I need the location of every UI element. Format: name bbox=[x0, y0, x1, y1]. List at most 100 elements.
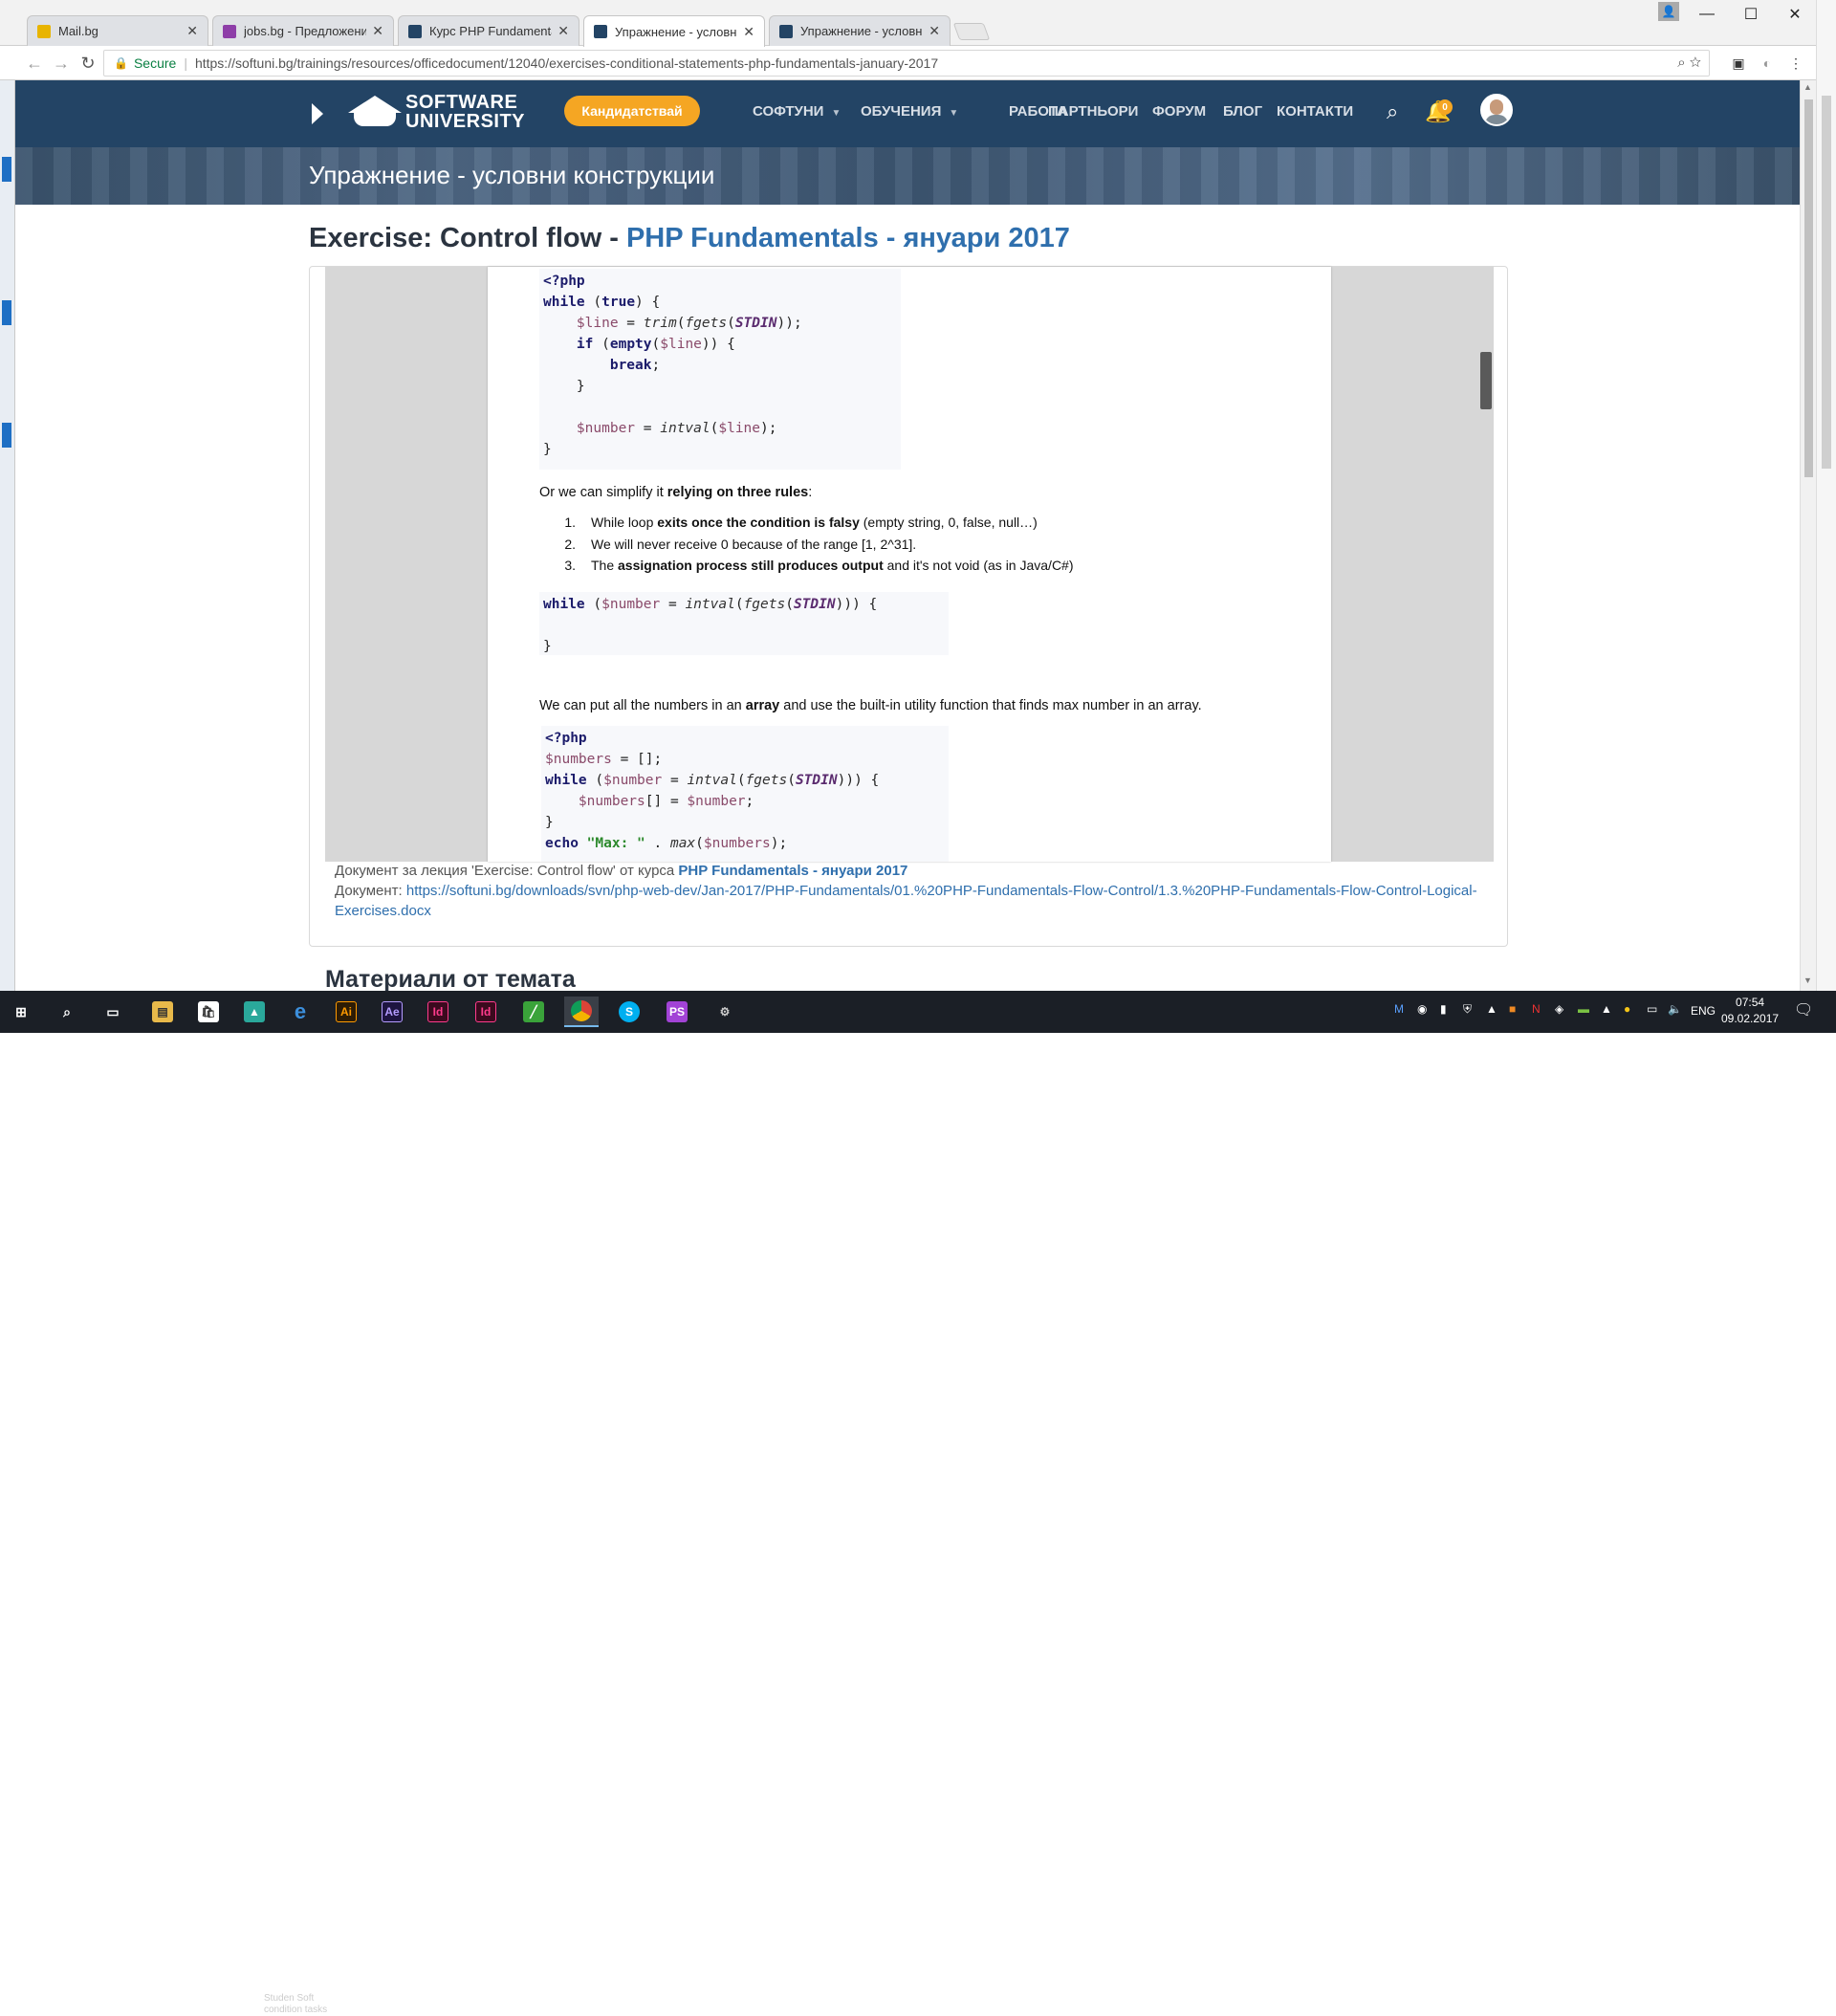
tab-exercise-active[interactable]: Упражнение - условни ✕ bbox=[583, 15, 765, 47]
shield-icon[interactable]: ⛨ bbox=[1463, 1002, 1472, 1017]
illustrator-icon[interactable]: Ai bbox=[329, 997, 363, 1027]
tray-icon[interactable]: ▮ bbox=[1440, 1002, 1447, 1016]
logo-line-1: SOFTWARE bbox=[405, 92, 518, 113]
code-block-array-max: <?php $numbers = []; while ($number = in… bbox=[541, 726, 949, 862]
jobs-favicon-icon bbox=[223, 24, 236, 38]
app-icon[interactable]: ⚙ bbox=[708, 997, 742, 1027]
graduation-cap-icon bbox=[344, 92, 405, 132]
list-item: 3. The assignation process still produces… bbox=[564, 558, 1074, 573]
scroll-up-icon[interactable]: ▲ bbox=[1803, 82, 1812, 92]
paragraph-array: We can put all the numbers in an array a… bbox=[539, 698, 1202, 713]
close-tab-icon[interactable]: ✕ bbox=[186, 23, 198, 39]
maximize-icon[interactable]: ☐ bbox=[1729, 0, 1773, 29]
new-tab-button[interactable] bbox=[952, 23, 991, 40]
profile-icon[interactable]: 👤 bbox=[1658, 2, 1679, 21]
close-tab-icon[interactable]: ✕ bbox=[929, 23, 940, 39]
tray-icon[interactable]: ▲ bbox=[1601, 1002, 1612, 1016]
zoom-bookmark-icons[interactable]: ⌕ ☆ bbox=[1677, 55, 1701, 71]
separator: | bbox=[184, 55, 187, 71]
windows-taskbar: ⊞ ⌕ ▭ ▤ 🛍 ▲ e Ai Ae Id Id ╱ S PS ⚙ Stude… bbox=[0, 991, 1836, 2015]
secure-label: Secure bbox=[133, 55, 177, 71]
tray-icon[interactable]: ▬ bbox=[1578, 1002, 1589, 1016]
softuni-favicon-icon bbox=[779, 24, 793, 38]
course-link[interactable]: PHP Fundamentals - януари 2017 bbox=[626, 223, 1070, 253]
lock-icon: 🔒 bbox=[114, 56, 128, 70]
code-block-while-true: <?php while (true) { $line = trim(fgets(… bbox=[539, 269, 901, 470]
list-item: 1. While loop exits once the condition is… bbox=[564, 515, 1038, 530]
document-download-link[interactable]: https://softuni.bg/downloads/svn/php-web… bbox=[335, 883, 1477, 919]
menu-trainings[interactable]: ОБУЧЕНИЯ ▼ bbox=[861, 103, 958, 120]
tray-icon[interactable]: ◈ bbox=[1555, 1002, 1563, 1016]
tab-title: Mail.bg bbox=[58, 24, 98, 38]
tray-icon[interactable]: M bbox=[1394, 1002, 1404, 1016]
tray-icon[interactable]: ◉ bbox=[1417, 1002, 1427, 1016]
extension-icon[interactable]: ◐ bbox=[1758, 54, 1777, 73]
tray-icon[interactable]: ■ bbox=[1509, 1002, 1516, 1016]
menu-contacts[interactable]: КОНТАКТИ bbox=[1277, 103, 1353, 120]
language-indicator[interactable]: ENG bbox=[1691, 1004, 1716, 1018]
notifications-icon[interactable]: 🗨 bbox=[1794, 1000, 1813, 1019]
url-text[interactable]: https://softuni.bg/trainings/resources/o… bbox=[195, 55, 938, 71]
address-bar[interactable]: 🔒 Secure | https://softuni.bg/trainings/… bbox=[103, 50, 1710, 77]
background-window-scrollbar bbox=[1816, 0, 1836, 991]
forward-icon[interactable]: → bbox=[50, 52, 73, 75]
close-tab-icon[interactable]: ✕ bbox=[557, 23, 569, 39]
background-window-accent bbox=[2, 157, 11, 182]
menu-blog[interactable]: БЛОГ bbox=[1223, 103, 1262, 120]
after-effects-icon[interactable]: Ae bbox=[375, 997, 409, 1027]
network-icon[interactable]: ▭ bbox=[1647, 1002, 1657, 1016]
menu-forum[interactable]: ФОРУМ bbox=[1152, 103, 1206, 120]
close-window-icon[interactable]: ✕ bbox=[1773, 0, 1817, 29]
minimize-icon[interactable]: — bbox=[1685, 0, 1729, 29]
user-avatar[interactable] bbox=[1480, 94, 1513, 126]
tray-icon[interactable]: N bbox=[1532, 1002, 1541, 1016]
notification-count-badge: 0 bbox=[1437, 99, 1453, 115]
file-explorer-icon[interactable]: ▤ bbox=[145, 997, 180, 1027]
tab-mail[interactable]: Mail.bg ✕ bbox=[27, 15, 208, 46]
softuni-logo[interactable]: SOFTWARE UNIVERSITY bbox=[344, 92, 525, 132]
close-tab-icon[interactable]: ✕ bbox=[743, 24, 754, 40]
edge-icon[interactable]: e bbox=[283, 997, 317, 1027]
browser-tab-bar: Mail.bg ✕ jobs.bg - Предложения ✕ Курс P… bbox=[0, 0, 1836, 47]
tab-exercise[interactable]: Упражнение - условни ✕ bbox=[769, 15, 951, 46]
spreadsheet-icon[interactable]: ╱ bbox=[516, 997, 551, 1027]
search-icon[interactable]: ⌕ bbox=[50, 997, 84, 1027]
browser-toolbar: ← → ↻ 🔒 Secure | https://softuni.bg/trai… bbox=[0, 46, 1836, 80]
sidebar-toggle-icon[interactable] bbox=[312, 103, 323, 124]
volume-icon[interactable]: 🔈 bbox=[1668, 1002, 1682, 1016]
chrome-icon[interactable] bbox=[564, 997, 599, 1027]
logo-line-2: UNIVERSITY bbox=[405, 111, 526, 132]
app-icon[interactable]: ▲ bbox=[237, 997, 272, 1027]
softuni-favicon-icon bbox=[408, 24, 422, 38]
indesign-icon[interactable]: Id bbox=[421, 997, 455, 1027]
menu-softuni[interactable]: СОФТУНИ ▼ bbox=[753, 103, 841, 120]
task-view-icon[interactable]: ▭ bbox=[96, 997, 130, 1027]
apply-button[interactable]: Кандидатствай bbox=[564, 96, 700, 126]
tab-course[interactable]: Курс PHP Fundamentals ✕ bbox=[398, 15, 579, 46]
course-link[interactable]: PHP Fundamentals - януари 2017 bbox=[678, 863, 907, 879]
reload-icon[interactable]: ↻ bbox=[76, 52, 99, 75]
tray-icon[interactable]: ▲ bbox=[1486, 1002, 1497, 1016]
scroll-down-icon[interactable]: ▼ bbox=[1803, 975, 1812, 985]
start-icon[interactable]: ⊞ bbox=[4, 997, 38, 1027]
menu-partners[interactable]: ПАРТНЬОРИ bbox=[1048, 103, 1138, 120]
extension-icon[interactable]: ▣ bbox=[1729, 54, 1748, 73]
page-scrollbar[interactable]: ▲ ▼ bbox=[1800, 80, 1816, 991]
list-item: 2. We will never receive 0 because of the… bbox=[564, 536, 917, 552]
skype-icon[interactable]: S bbox=[612, 997, 646, 1027]
softuni-favicon-icon bbox=[594, 25, 607, 38]
background-scrollbar-thumb bbox=[1822, 96, 1831, 469]
search-icon[interactable]: ⌕ bbox=[1387, 99, 1398, 124]
indesign-icon[interactable]: Id bbox=[469, 997, 503, 1027]
page-scrollbar-thumb[interactable] bbox=[1804, 99, 1813, 477]
store-icon[interactable]: 🛍 bbox=[191, 997, 226, 1027]
menu-icon[interactable]: ⋮ bbox=[1786, 54, 1805, 73]
close-tab-icon[interactable]: ✕ bbox=[372, 23, 383, 39]
back-icon[interactable]: ← bbox=[23, 52, 46, 75]
clock[interactable]: 07:54 09.02.2017 bbox=[1721, 995, 1779, 1027]
viewer-scrollbar-thumb[interactable] bbox=[1480, 352, 1492, 409]
tab-jobs[interactable]: jobs.bg - Предложения ✕ bbox=[212, 15, 394, 46]
site-header: SOFTWARE UNIVERSITY Кандидатствай СОФТУН… bbox=[15, 80, 1800, 147]
tray-icon[interactable]: ● bbox=[1624, 1002, 1630, 1016]
phpstorm-icon[interactable]: PS bbox=[660, 997, 694, 1027]
